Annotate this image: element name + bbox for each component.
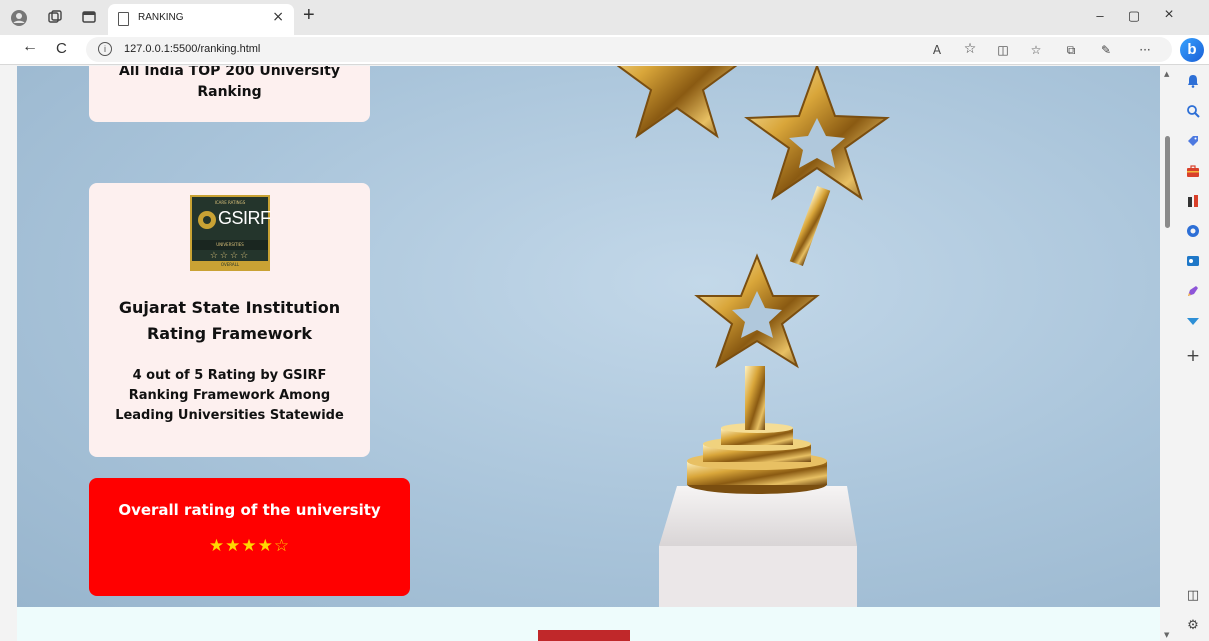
collections-icon[interactable]: ⧉: [1062, 43, 1080, 58]
add-sidebar-app-icon[interactable]: +: [1183, 346, 1203, 366]
tab-bar: RANKING × + – ▢ ×: [0, 0, 1209, 35]
tab-close-icon[interactable]: ×: [272, 9, 284, 25]
scroll-down-icon[interactable]: ▼: [1164, 631, 1169, 639]
close-window-button[interactable]: ×: [1159, 6, 1179, 24]
tab-title: RANKING: [138, 12, 184, 23]
back-button[interactable]: ←: [22, 38, 38, 56]
hero-section: All India TOP 200 University Ranking ICA…: [17, 66, 1160, 607]
notifications-icon[interactable]: [1183, 74, 1203, 94]
address-bar: ← C i 127.0.0.1:5500/ranking.html A ☆ ◫ …: [0, 35, 1209, 65]
favorite-star-icon[interactable]: ☆: [961, 41, 979, 57]
page-icon: [118, 12, 129, 26]
gsirf-logo-foot: OVERALL: [192, 261, 268, 269]
url-text[interactable]: 127.0.0.1:5500/ranking.html: [124, 43, 260, 55]
restore-button[interactable]: ▢: [1124, 8, 1144, 24]
site-info-icon[interactable]: i: [98, 42, 112, 56]
edge-sidebar: + ◫ ⚙: [1177, 66, 1209, 641]
drop-icon[interactable]: [1183, 314, 1203, 334]
refresh-button[interactable]: C: [56, 40, 67, 57]
scrollbar-thumb[interactable]: [1165, 136, 1170, 228]
scroll-up-icon[interactable]: ▲: [1164, 70, 1169, 78]
sidebar-settings-icon[interactable]: ⚙: [1183, 616, 1203, 636]
more-options-icon[interactable]: ···: [1136, 43, 1154, 57]
top200-ranking-title: All India TOP 200 University Ranking: [119, 66, 340, 100]
read-aloud-icon[interactable]: A: [928, 43, 946, 57]
extensions-icon[interactable]: ✎: [1097, 43, 1115, 57]
hide-sidebar-icon[interactable]: ◫: [1183, 586, 1203, 606]
overall-rating-title: Overall rating of the university: [118, 501, 381, 519]
gsirf-rating-card: ICARE RATINGS GSIRF UNIVERSITIES ☆☆☆☆ OV…: [89, 183, 370, 457]
games-icon[interactable]: [1183, 194, 1203, 214]
tools-briefcase-icon[interactable]: [1183, 164, 1203, 184]
section-button[interactable]: [538, 630, 630, 641]
overall-rating-card: Overall rating of the university ★★★★☆: [89, 478, 410, 596]
tab-actions-icon[interactable]: [80, 9, 98, 27]
minimize-button[interactable]: –: [1090, 8, 1110, 23]
overall-rating-stars: ★★★★☆: [208, 536, 291, 556]
page-scrollbar[interactable]: ▲ ▼: [1160, 66, 1176, 641]
gsirf-logo-top-text: ICARE RATINGS: [214, 200, 246, 205]
gsirf-description: 4 out of 5 Rating by GSIRF Ranking Frame…: [115, 368, 344, 423]
url-field[interactable]: i 127.0.0.1:5500/ranking.html A ☆ ◫ ☆ ⧉ …: [86, 37, 1172, 62]
gsirf-emblem-icon: [198, 211, 216, 229]
copilot-icon[interactable]: b: [1180, 38, 1204, 62]
designer-icon[interactable]: [1183, 284, 1203, 304]
shopping-tag-icon[interactable]: [1183, 134, 1203, 154]
microsoft-365-icon[interactable]: [1183, 224, 1203, 244]
favorites-icon[interactable]: ☆: [1027, 43, 1045, 57]
profile-icon[interactable]: [10, 9, 28, 27]
gsirf-logo: ICARE RATINGS GSIRF UNIVERSITIES ☆☆☆☆ OV…: [190, 195, 271, 271]
top200-ranking-card: All India TOP 200 University Ranking: [89, 66, 370, 122]
split-screen-icon[interactable]: ◫: [994, 43, 1012, 57]
workspaces-icon[interactable]: [46, 9, 64, 27]
gsirf-logo-name: GSIRF: [218, 208, 271, 228]
tab-ranking[interactable]: RANKING ×: [108, 4, 294, 35]
gsirf-logo-stars: ☆☆☆☆: [209, 251, 251, 261]
new-tab-button[interactable]: +: [303, 4, 315, 27]
search-icon[interactable]: [1183, 104, 1203, 124]
outlook-icon[interactable]: [1183, 254, 1203, 274]
gsirf-logo-band: UNIVERSITIES: [192, 240, 268, 250]
trophy-image: [617, 66, 890, 607]
gsirf-title: Gujarat State Institution Rating Framewo…: [118, 298, 341, 343]
page-viewport: All India TOP 200 University Ranking ICA…: [17, 66, 1160, 641]
